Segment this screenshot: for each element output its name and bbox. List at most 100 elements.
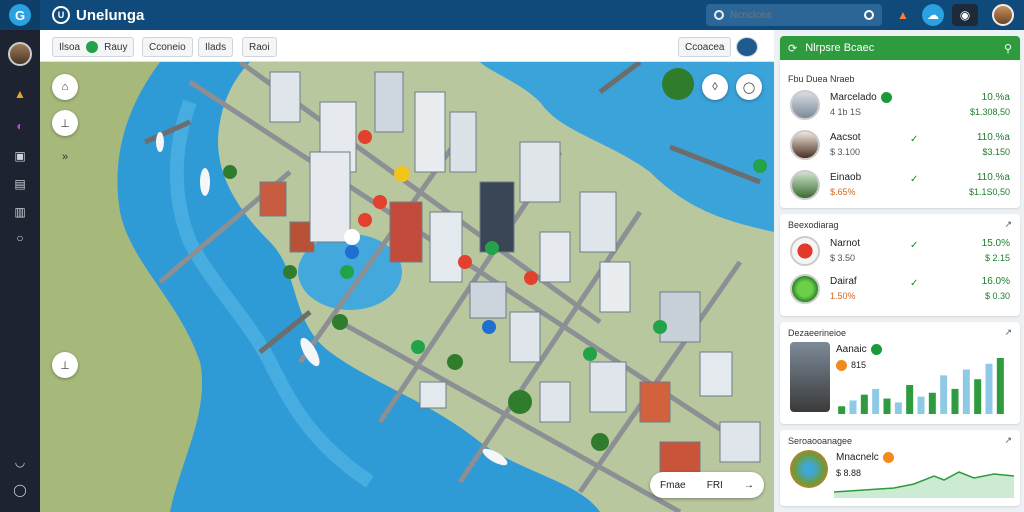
search-icon xyxy=(714,10,724,20)
row-sub: $ 3.100 xyxy=(830,147,861,157)
chip-filter-3[interactable]: Ilads xyxy=(198,37,234,57)
row-sub: $ 3.50 xyxy=(830,253,856,263)
list-item[interactable]: Dairaf 1.50% ✓ 16.0% $ 0.30 xyxy=(790,272,1012,306)
expand-icon[interactable]: ↗ xyxy=(1004,219,1012,230)
search-icon[interactable]: ○ xyxy=(12,230,28,246)
map-layers-button[interactable]: ⌂ xyxy=(52,74,78,100)
trend-line-chart xyxy=(834,471,1014,498)
row-name: Narnot xyxy=(830,238,861,249)
city-map[interactable]: ⌂ ⊥ » ◊ ◯ ⊥ Fmae FRI → xyxy=(40,62,774,512)
settings-icon[interactable]: ◯ xyxy=(12,482,28,498)
row-value: $ 2.15 xyxy=(984,253,1010,263)
status-dot-icon xyxy=(882,452,894,463)
chip-label: Ilsoa xyxy=(59,41,81,53)
chart-bar xyxy=(872,388,880,414)
user-avatar[interactable] xyxy=(992,4,1014,26)
chip-filter-2[interactable]: Cconeio xyxy=(142,37,193,57)
notification-icon[interactable]: ▲ xyxy=(892,4,914,26)
row-value: $ 0.30 xyxy=(984,291,1010,301)
home-icon[interactable]: ▲ xyxy=(12,86,28,102)
map-chat-button[interactable]: ◯ xyxy=(736,74,762,100)
leaderboard-card: ⟳ Nlrpsre Bcaec ⚲ Fbu Duea Nraeb Marcela… xyxy=(780,36,1020,208)
chart-bar xyxy=(906,385,914,414)
map-action-label: Ccoacea xyxy=(685,41,725,53)
list-item[interactable]: Einaob $.65% ✓ 110.%a $1.1S0,50 xyxy=(790,168,1012,202)
avatar xyxy=(790,170,820,200)
row-sub: 1.50% xyxy=(830,291,856,301)
row-sub: $.65% xyxy=(830,187,856,197)
row-sub: 4 1b 1S xyxy=(830,107,862,117)
avatar xyxy=(790,342,830,412)
search-box[interactable] xyxy=(706,4,882,26)
document-icon[interactable]: ▤ xyxy=(12,176,28,192)
map-canvas xyxy=(40,62,774,512)
map-action-button[interactable]: Ccoacea xyxy=(678,37,732,57)
brand-logo[interactable]: G xyxy=(0,0,40,30)
chip-filter-1[interactable]: Ilsoa Rauy xyxy=(52,37,135,57)
right-panel: ⟳ Nlrpsre Bcaec ⚲ Fbu Duea Nraeb Marcela… xyxy=(776,30,1024,512)
map-footer-right[interactable]: FRI xyxy=(707,480,723,491)
chart-bar xyxy=(985,363,993,414)
row-name: Marcelado xyxy=(830,92,892,103)
list-item[interactable]: Aacsot $ 3.100 ✓ 110.%a $3.150 xyxy=(790,128,1012,162)
game-controller-icon[interactable]: ◉ xyxy=(952,4,978,26)
forward-icon[interactable]: → xyxy=(744,480,754,491)
chart-bar xyxy=(849,400,857,414)
section-title: Dezaeerineioe xyxy=(788,328,847,338)
chart-bar xyxy=(838,406,846,414)
check-icon: ✓ xyxy=(910,240,919,251)
row-name: Einaob xyxy=(830,172,862,183)
chart-bar xyxy=(917,396,925,414)
row-value: $3.150 xyxy=(982,147,1010,157)
map-footer-controls[interactable]: Fmae FRI → xyxy=(650,472,764,498)
section-title: Beexodiarag xyxy=(788,220,839,230)
section-name: Mnacnelc xyxy=(836,452,898,463)
app-title: Unelunga xyxy=(76,6,145,24)
list-item[interactable]: Narnot $ 3.50 ✓ 15.0% $ 2.15 xyxy=(790,234,1012,268)
compass-icon[interactable] xyxy=(736,37,758,57)
map-pin-button[interactable]: ◊ xyxy=(702,74,728,100)
toggle-icon[interactable] xyxy=(86,41,99,53)
chip-label: Raoi xyxy=(249,41,270,53)
check-icon: ✓ xyxy=(910,174,919,185)
search-input[interactable] xyxy=(730,9,850,21)
refresh-icon[interactable]: ⟳ xyxy=(788,42,797,55)
cloud-icon[interactable]: ☁ xyxy=(922,4,944,26)
chip-label: Cconeio xyxy=(149,41,186,53)
app-logo-icon: U xyxy=(52,6,70,24)
expand-icon[interactable]: ↗ xyxy=(1004,435,1012,446)
expand-icon[interactable]: ↗ xyxy=(1004,327,1012,338)
list-item[interactable]: Marcelado 4 1b 1S 10.%a $1.308,50 xyxy=(790,88,1012,122)
search-go-icon[interactable] xyxy=(864,10,874,20)
row-percent: 10.%a xyxy=(981,92,1010,103)
map-zoom-button[interactable]: ⊥ xyxy=(52,352,78,378)
section-card-4: Seroaooanagee ↗ Mnacnelc $ 8.88 xyxy=(780,430,1020,506)
chart-bar xyxy=(974,379,982,414)
row-name: Dairaf xyxy=(830,276,857,287)
row-percent: 110.%a xyxy=(976,132,1010,143)
chip-filter-4[interactable]: Raoi xyxy=(242,37,277,57)
chip-label: Rauy xyxy=(104,41,128,53)
map-locate-button[interactable]: ⊥ xyxy=(52,110,78,136)
map-compass-icon[interactable]: » xyxy=(52,144,78,170)
sidebar: ▲ ◐ ▣ ▤ ▥ ○ ◡ ◯ xyxy=(0,30,40,512)
eye-icon[interactable]: ◡ xyxy=(12,454,28,470)
chart-bar xyxy=(940,375,948,414)
chart-bar xyxy=(996,358,1004,414)
chart-bar xyxy=(951,388,959,414)
chart-bar xyxy=(894,402,902,414)
map-footer-left[interactable]: Fmae xyxy=(660,480,686,491)
chip-label: Ilads xyxy=(205,41,227,53)
sidebar-avatar[interactable] xyxy=(8,42,32,66)
avatar xyxy=(790,90,820,120)
section-title: Seroaooanagee xyxy=(788,436,853,446)
search-icon[interactable]: ⚲ xyxy=(1004,42,1012,55)
row-name: Aacsot xyxy=(830,132,861,143)
row-value: $1.308,50 xyxy=(969,107,1010,117)
row-percent: 16.0% xyxy=(981,276,1010,287)
check-icon: ✓ xyxy=(910,278,919,289)
briefcase-icon[interactable]: ▣ xyxy=(12,148,28,164)
leaderboard-title: Fbu Duea Nraeb xyxy=(788,74,855,84)
lock-icon[interactable]: ▥ xyxy=(12,204,28,220)
globe-icon[interactable]: ◐ xyxy=(12,118,28,134)
